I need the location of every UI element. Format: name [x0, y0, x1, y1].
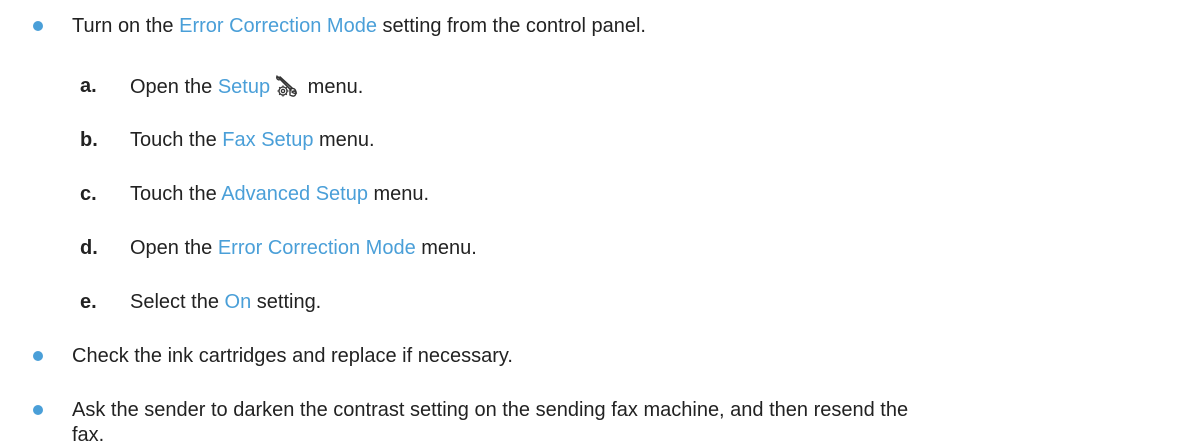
step-text: Select the [130, 291, 225, 313]
step-a: Open the Setup menu. [130, 74, 363, 99]
step-c: Touch the Advanced Setup menu. [130, 182, 429, 206]
step-letter-c: c. [80, 183, 97, 205]
step-text: menu. [313, 129, 375, 151]
step-text: Open the [130, 76, 218, 98]
step-text: menu. [367, 183, 430, 205]
bullet-marker [33, 405, 43, 415]
instruction-check-cartridges: Check the ink cartridges and replace if … [72, 345, 513, 367]
step-text: Open the [130, 237, 218, 259]
setup-wrench-gear-icon [274, 74, 300, 98]
step-e: Select the On setting. [130, 290, 321, 314]
instruction-ask-sender-line1: Ask the sender to darken the contrast se… [72, 399, 909, 421]
bullet-marker [33, 351, 43, 361]
step-d: Open the Error Correction Mode menu. [130, 236, 477, 260]
fax-setup-menu-label: Fax Setup [222, 129, 314, 151]
step-text: setting. [251, 291, 322, 313]
instruction-text: Turn on the [72, 15, 180, 37]
step-text: Touch the [130, 129, 223, 151]
instruction-ask-sender-line2: fax. [72, 424, 105, 446]
error-correction-mode-setting: Error Correction Mode [179, 15, 377, 37]
error-correction-mode-menu-label: Error Correction Mode [217, 237, 416, 259]
instruction-text: setting from the control panel. [376, 15, 647, 37]
setup-menu-label: Setup [217, 76, 271, 98]
step-letter-e: e. [80, 291, 97, 313]
step-letter-b: b. [80, 129, 98, 151]
step-text: menu. [302, 76, 364, 98]
step-b: Touch the Fax Setup menu. [130, 128, 375, 152]
step-letter-d: d. [80, 237, 98, 259]
step-letter-a: a. [80, 75, 97, 97]
on-setting-label: On [224, 291, 252, 313]
instruction-error-correction: Turn on the Error Correction Mode settin… [72, 14, 646, 38]
bullet-marker [33, 21, 43, 31]
step-text: Touch the [130, 183, 222, 205]
advanced-setup-menu-label: Advanced Setup [221, 183, 368, 205]
step-text: menu. [415, 237, 477, 259]
